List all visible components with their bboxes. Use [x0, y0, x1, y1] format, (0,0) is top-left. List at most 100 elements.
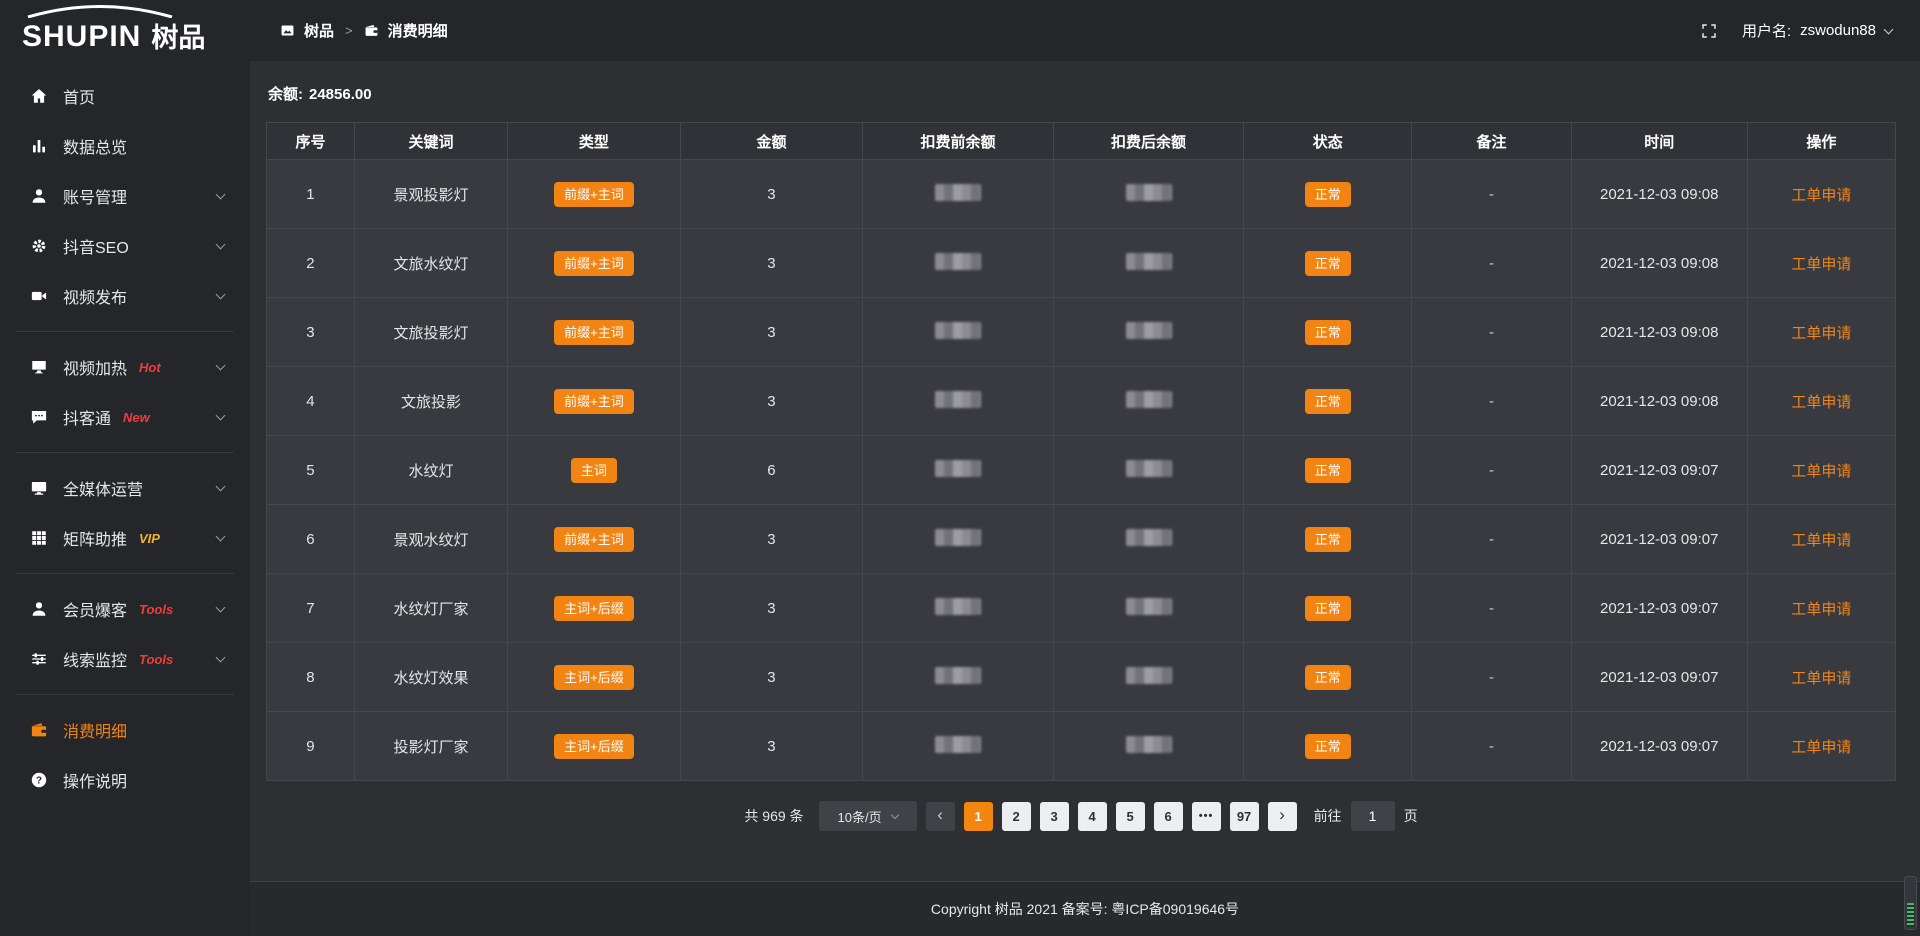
page-button[interactable]: 3	[1040, 802, 1069, 831]
sidebar-item[interactable]: 矩阵助推 VIP	[0, 513, 250, 563]
cell-action: 工单申请	[1747, 574, 1895, 643]
sidebar-item[interactable]: 线索监控 Tools	[0, 634, 250, 684]
masked-balance-before	[935, 460, 981, 477]
sidebar-item[interactable]: 视频发布	[0, 271, 250, 321]
table-row: 8 水纹灯效果 主词+后缀 3 正常 - 2021-12-03 09:07 工单…	[267, 643, 1896, 712]
page-size-select[interactable]: 10条/页	[819, 801, 917, 831]
masked-balance-before	[935, 184, 981, 201]
sidebar-item-icon	[30, 187, 48, 205]
sidebar-item[interactable]: 首页	[0, 71, 250, 121]
sidebar-item-icon	[30, 650, 48, 668]
cell-amount: 3	[680, 574, 862, 643]
status-badge: 正常	[1305, 527, 1351, 552]
chevron-down-icon	[216, 189, 226, 199]
goto-label: 前往	[1314, 806, 1342, 826]
sidebar-item[interactable]: 操作说明	[0, 755, 250, 805]
page-size-value: 10条/页	[838, 807, 882, 826]
sidebar-item-label: 账号管理	[63, 184, 127, 208]
content-area: 余额:24856.00 序号关键词类型金额扣费前余额扣费后余额状态备注时间操作	[250, 61, 1920, 881]
chevron-down-icon	[216, 289, 226, 299]
column-header: 时间	[1571, 123, 1747, 160]
sidebar-divider	[16, 331, 234, 332]
table-header-row: 序号关键词类型金额扣费前余额扣费后余额状态备注时间操作	[267, 123, 1896, 160]
cell-remark: -	[1412, 712, 1572, 781]
goto-page-input[interactable]	[1351, 801, 1395, 831]
fullscreen-icon[interactable]	[1700, 22, 1718, 40]
cell-keyword: 水纹灯	[354, 436, 507, 505]
next-page-button[interactable]: ›	[1268, 802, 1297, 831]
cell-balance-before	[863, 643, 1054, 712]
cell-amount: 3	[680, 367, 862, 436]
work-order-link[interactable]: 工单申请	[1791, 394, 1851, 411]
cell-index: 8	[267, 643, 355, 712]
cell-remark: -	[1412, 298, 1572, 367]
cell-status: 正常	[1244, 298, 1412, 367]
floating-widget[interactable]	[1904, 876, 1917, 930]
page-button[interactable]: 1	[964, 802, 993, 831]
sidebar-item[interactable]: 视频加热 Hot	[0, 342, 250, 392]
chevron-down-icon	[216, 652, 226, 662]
sidebar-item[interactable]: 数据总览	[0, 121, 250, 171]
status-badge: 正常	[1305, 182, 1351, 207]
sidebar-item-icon	[30, 137, 48, 155]
sidebar-item-badge: New	[123, 410, 150, 425]
type-badge: 主词+后缀	[554, 665, 634, 690]
breadcrumb-root[interactable]: 树品	[304, 20, 334, 41]
dashboard-icon	[280, 23, 295, 38]
sidebar-item[interactable]: 账号管理	[0, 171, 250, 221]
cell-keyword: 文旅投影灯	[354, 298, 507, 367]
table-row: 6 景观水纹灯 前缀+主词 3 正常 - 2021-12-03 09:07 工单…	[267, 505, 1896, 574]
sidebar-item-icon	[30, 237, 48, 255]
cell-status: 正常	[1244, 712, 1412, 781]
cell-balance-after	[1053, 505, 1244, 574]
column-header: 扣费前余额	[863, 123, 1054, 160]
prev-page-button[interactable]: ‹	[926, 802, 955, 831]
pagination-goto: 前往 页	[1314, 801, 1418, 831]
sidebar-item-label: 线索监控	[63, 647, 127, 671]
type-badge: 前缀+主词	[554, 251, 634, 276]
sidebar-item-icon	[30, 479, 48, 497]
work-order-link[interactable]: 工单申请	[1791, 325, 1851, 342]
sidebar-item[interactable]: 消费明细	[0, 705, 250, 755]
sidebar-divider	[16, 452, 234, 453]
chevron-down-icon	[890, 810, 898, 818]
sidebar-item[interactable]: 抖音SEO	[0, 221, 250, 271]
cell-time: 2021-12-03 09:08	[1571, 367, 1747, 436]
page-button[interactable]: 6	[1154, 802, 1183, 831]
sidebar-item-badge: Tools	[139, 602, 173, 617]
chevron-down-icon	[216, 410, 226, 420]
sidebar-item-icon	[30, 721, 48, 739]
page-button[interactable]: 2	[1002, 802, 1031, 831]
cell-index: 4	[267, 367, 355, 436]
cell-time: 2021-12-03 09:07	[1571, 574, 1747, 643]
page-button[interactable]: 5	[1116, 802, 1145, 831]
user-dropdown[interactable]: 用户名: zswodun88	[1742, 20, 1892, 41]
sidebar-item[interactable]: 会员爆客 Tools	[0, 584, 250, 634]
work-order-link[interactable]: 工单申请	[1791, 256, 1851, 273]
page-button[interactable]: 97	[1230, 802, 1259, 831]
sidebar-item-label: 会员爆客	[63, 597, 127, 621]
cell-action: 工单申请	[1747, 643, 1895, 712]
sidebar-item-label: 矩阵助推	[63, 526, 127, 550]
work-order-link[interactable]: 工单申请	[1791, 532, 1851, 549]
sidebar-item[interactable]: 全媒体运营	[0, 463, 250, 513]
work-order-link[interactable]: 工单申请	[1791, 670, 1851, 687]
consumption-table: 序号关键词类型金额扣费前余额扣费后余额状态备注时间操作 1 景观投影灯 前缀+主…	[266, 122, 1896, 781]
work-order-link[interactable]: 工单申请	[1791, 463, 1851, 480]
page-button[interactable]: •••	[1192, 802, 1221, 831]
status-badge: 正常	[1305, 458, 1351, 483]
page-button[interactable]: 4	[1078, 802, 1107, 831]
table-row: 9 投影灯厂家 主词+后缀 3 正常 - 2021-12-03 09:07 工单…	[267, 712, 1896, 781]
work-order-link[interactable]: 工单申请	[1791, 739, 1851, 756]
work-order-link[interactable]: 工单申请	[1791, 187, 1851, 204]
pagination-total: 共 969 条	[744, 806, 803, 826]
table-row: 3 文旅投影灯 前缀+主词 3 正常 - 2021-12-03 09:08 工单…	[267, 298, 1896, 367]
username: zswodun88	[1800, 22, 1876, 39]
cell-status: 正常	[1244, 643, 1412, 712]
cell-balance-after	[1053, 160, 1244, 229]
cell-balance-before	[863, 574, 1054, 643]
work-order-link[interactable]: 工单申请	[1791, 601, 1851, 618]
sidebar-item[interactable]: 抖客通 New	[0, 392, 250, 442]
cell-keyword: 文旅投影	[354, 367, 507, 436]
status-badge: 正常	[1305, 320, 1351, 345]
